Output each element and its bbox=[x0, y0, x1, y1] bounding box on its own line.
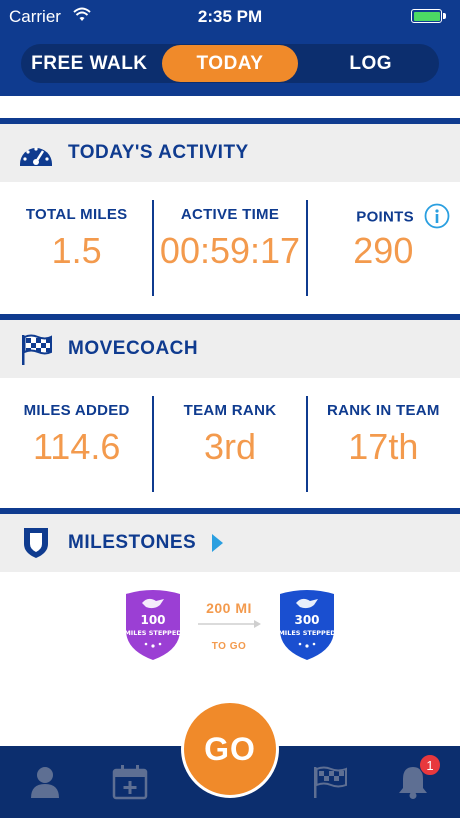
go-button[interactable]: GO bbox=[181, 700, 279, 798]
tab-challenges[interactable] bbox=[308, 760, 352, 804]
badge-caption: MILES STEPPED bbox=[124, 629, 182, 637]
notification-badge: 1 bbox=[419, 754, 441, 776]
speedometer-icon bbox=[18, 135, 54, 171]
play-arrow-icon[interactable] bbox=[210, 533, 224, 553]
milestones-header[interactable]: MILESTONES bbox=[0, 514, 460, 572]
stat-label-wrap: POINTS bbox=[347, 203, 460, 229]
stat-label: TOTAL MILES bbox=[25, 206, 128, 223]
stat-value: 00:59:17 bbox=[159, 230, 301, 271]
stat-team-rank: TEAM RANK 3rd bbox=[153, 378, 306, 508]
column-divider bbox=[152, 200, 154, 296]
tab-calendar[interactable] bbox=[108, 760, 152, 804]
movecoach-stats: MILES ADDED 114.6 TEAM RANK 3rd RANK IN … bbox=[0, 378, 460, 508]
movecoach-section: MOVECOACH MILES ADDED 114.6 TEAM RANK 3r… bbox=[0, 314, 460, 508]
stat-label: TEAM RANK bbox=[183, 402, 277, 419]
milestone-badge-current[interactable]: 100 MILES STEPPED bbox=[122, 588, 184, 662]
stat-active-time: ACTIVE TIME 00:59:17 bbox=[153, 182, 306, 312]
battery-icon bbox=[411, 9, 446, 23]
stat-value: 3rd bbox=[203, 426, 256, 467]
view-segmented-control: FREE WALK TODAY LOG bbox=[21, 44, 439, 83]
shield-icon bbox=[18, 525, 54, 561]
distance-remaining: 200 MI bbox=[206, 600, 252, 616]
tab-profile[interactable] bbox=[23, 760, 67, 804]
tab-log[interactable]: LOG bbox=[302, 44, 439, 83]
info-icon[interactable] bbox=[424, 203, 450, 229]
stat-miles-added: MILES ADDED 114.6 bbox=[0, 378, 153, 508]
app-header: Carrier 2:35 PM FREE WALK TODAY LOG bbox=[0, 0, 460, 96]
stat-total-miles: TOTAL MILES 1.5 bbox=[0, 182, 153, 312]
badge-caption: MILES STEPPED bbox=[278, 629, 336, 637]
milestone-badge-next[interactable]: 300 MILES STEPPED bbox=[276, 588, 338, 662]
stat-rank-in-team: RANK IN TEAM 17th bbox=[307, 378, 460, 508]
user-icon bbox=[31, 767, 59, 798]
stat-label: POINTS bbox=[356, 208, 414, 226]
todays-activity-header: TODAY'S ACTIVITY bbox=[0, 124, 460, 182]
tab-today[interactable]: TODAY bbox=[161, 45, 299, 82]
column-divider bbox=[152, 396, 154, 492]
stat-value: 114.6 bbox=[32, 426, 121, 467]
movecoach-title: MOVECOACH bbox=[68, 338, 199, 359]
flag-icon bbox=[314, 766, 347, 798]
stat-label: RANK IN TEAM bbox=[326, 402, 440, 419]
milestones-section[interactable]: MILESTONES bbox=[0, 508, 460, 572]
badge-number: 100 bbox=[140, 613, 165, 627]
milestone-distance: 200 MI TO GO bbox=[184, 600, 274, 652]
stat-points: POINTS 290 bbox=[307, 182, 460, 312]
tab-notifications[interactable]: 1 bbox=[391, 754, 441, 804]
stat-label: MILES ADDED bbox=[23, 402, 130, 419]
tab-free-walk[interactable]: FREE WALK bbox=[21, 44, 158, 83]
milestones-title: MILESTONES bbox=[68, 532, 197, 553]
calendar-add-icon bbox=[112, 765, 148, 800]
column-divider bbox=[306, 396, 308, 492]
checkered-flag-icon bbox=[18, 331, 54, 367]
column-divider bbox=[306, 200, 308, 296]
movecoach-header: MOVECOACH bbox=[0, 320, 460, 378]
stat-value: 290 bbox=[353, 230, 414, 271]
to-go-label: TO GO bbox=[211, 641, 247, 652]
status-bar: Carrier 2:35 PM bbox=[0, 0, 460, 32]
todays-activity-section: TODAY'S ACTIVITY TOTAL MILES 1.5 ACTIVE … bbox=[0, 118, 460, 312]
stat-value: 17th bbox=[348, 426, 419, 467]
todays-activity-title: TODAY'S ACTIVITY bbox=[68, 142, 249, 163]
stat-label: ACTIVE TIME bbox=[180, 206, 280, 223]
todays-activity-stats: TOTAL MILES 1.5 ACTIVE TIME 00:59:17 POI… bbox=[0, 182, 460, 312]
stat-value: 1.5 bbox=[51, 230, 102, 271]
progress-arrow-icon bbox=[198, 620, 261, 628]
badge-number: 300 bbox=[294, 613, 319, 627]
status-time: 2:35 PM bbox=[197, 7, 263, 26]
